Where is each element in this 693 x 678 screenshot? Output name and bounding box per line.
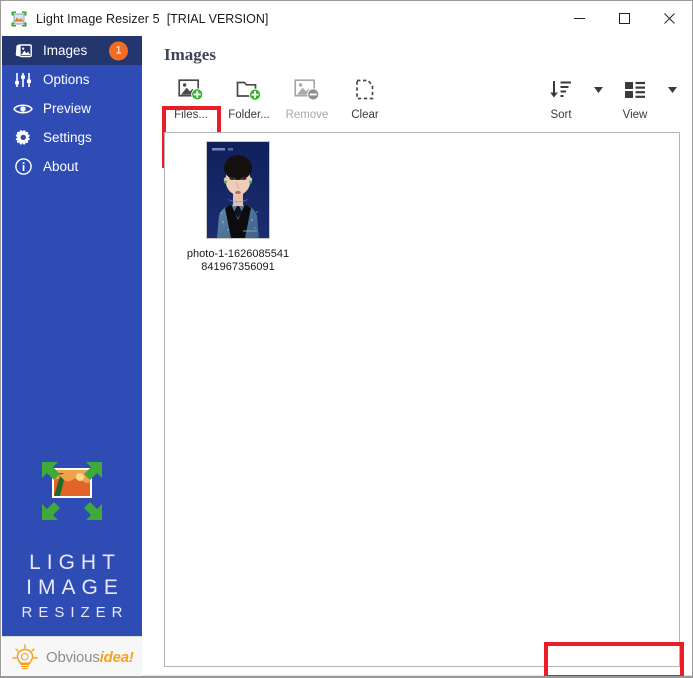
sort-label: Sort bbox=[550, 109, 572, 121]
next-button-highlight-box bbox=[544, 642, 684, 677]
window-controls bbox=[557, 1, 692, 36]
sliders-icon bbox=[12, 72, 34, 88]
sidebar-item-about[interactable]: About bbox=[2, 152, 142, 181]
sidebar-item-settings[interactable]: Settings bbox=[2, 123, 142, 152]
view-list-icon bbox=[622, 76, 648, 104]
remove-button[interactable]: Remove bbox=[278, 69, 336, 127]
sidebar-item-label: Options bbox=[43, 72, 90, 87]
add-image-icon bbox=[178, 76, 204, 104]
add-files-label: Files... bbox=[174, 109, 208, 121]
window-bottom-border bbox=[1, 676, 692, 677]
add-folder-button[interactable]: Folder... bbox=[220, 69, 278, 127]
remove-label: Remove bbox=[285, 109, 329, 121]
sidebar: Images 1 Options Preview Settings About … bbox=[2, 36, 142, 636]
add-files-button[interactable]: Files... bbox=[162, 69, 220, 127]
sidebar-item-label: Preview bbox=[43, 101, 92, 116]
window-title: Light Image Resizer 5 bbox=[36, 11, 160, 26]
sort-descending-icon bbox=[548, 76, 574, 104]
images-count-badge: 1 bbox=[109, 41, 128, 60]
add-folder-icon bbox=[236, 76, 262, 104]
chevron-down-icon[interactable] bbox=[590, 69, 606, 127]
minimize-icon[interactable] bbox=[557, 1, 602, 36]
brand-line-3: RESIZER bbox=[21, 604, 129, 621]
vendor-name-part1: Obvious bbox=[46, 649, 100, 666]
clear-icon bbox=[353, 76, 377, 104]
list-item[interactable]: photo-1-1626085541841967356091 bbox=[186, 141, 290, 274]
portrait-photo-thumbnail bbox=[206, 141, 270, 239]
brand-line-1: LIGHT bbox=[29, 551, 121, 574]
gear-icon bbox=[12, 129, 34, 146]
sidebar-item-images[interactable]: Images 1 bbox=[2, 36, 142, 65]
image-list-panel[interactable]: photo-1-1626085541841967356091 bbox=[164, 132, 680, 667]
brand-line-2: IMAGE bbox=[26, 576, 124, 599]
close-icon[interactable] bbox=[647, 1, 692, 36]
sidebar-item-label: Images bbox=[43, 43, 88, 58]
app-window: Light Image Resizer 5 [TRIAL VERSION] Im… bbox=[0, 0, 693, 678]
view-button[interactable]: View bbox=[606, 69, 664, 127]
lightbulb-icon bbox=[10, 643, 40, 673]
resize-arrows-logo bbox=[36, 456, 108, 526]
toolbar-left-group: Files... Folder... Remove Clear bbox=[162, 69, 394, 127]
photos-icon bbox=[12, 43, 34, 59]
remove-image-icon bbox=[294, 76, 320, 104]
brand-block: LIGHT IMAGE RESIZER bbox=[2, 456, 142, 625]
maximize-icon[interactable] bbox=[602, 1, 647, 36]
sidebar-item-label: About bbox=[43, 159, 79, 174]
sidebar-item-preview[interactable]: Preview bbox=[2, 94, 142, 123]
vendor-name-part2: idea! bbox=[99, 649, 134, 666]
main-content: Images Files... Folder... Remove Clear S… bbox=[142, 36, 692, 677]
sort-button[interactable]: Sort bbox=[532, 69, 590, 127]
view-control[interactable]: View bbox=[606, 69, 680, 127]
vendor-name: Obviousidea! bbox=[46, 649, 134, 666]
sort-control[interactable]: Sort bbox=[532, 69, 606, 127]
view-label: View bbox=[622, 109, 648, 121]
info-icon bbox=[12, 158, 34, 175]
app-logo-icon bbox=[11, 11, 27, 27]
title-bar: Light Image Resizer 5 [TRIAL VERSION] bbox=[1, 1, 692, 36]
list-item-filename: photo-1-1626085541841967356091 bbox=[186, 248, 290, 273]
sidebar-item-label: Settings bbox=[43, 130, 92, 145]
add-folder-label: Folder... bbox=[228, 109, 270, 121]
brand-wordmark: LIGHT IMAGE RESIZER bbox=[2, 550, 142, 625]
toolbar: Files... Folder... Remove Clear Sort Vie… bbox=[142, 69, 692, 168]
toolbar-right-group: Sort View bbox=[532, 69, 680, 127]
sidebar-item-options[interactable]: Options bbox=[2, 65, 142, 94]
page-title: Images bbox=[164, 45, 216, 64]
clear-button[interactable]: Clear bbox=[336, 69, 394, 127]
eye-icon bbox=[12, 102, 34, 116]
chevron-down-icon[interactable] bbox=[664, 69, 680, 127]
clear-label: Clear bbox=[351, 109, 379, 121]
trial-version-tag: [TRIAL VERSION] bbox=[166, 11, 269, 26]
vendor-bar[interactable]: Obviousidea! bbox=[2, 636, 142, 677]
